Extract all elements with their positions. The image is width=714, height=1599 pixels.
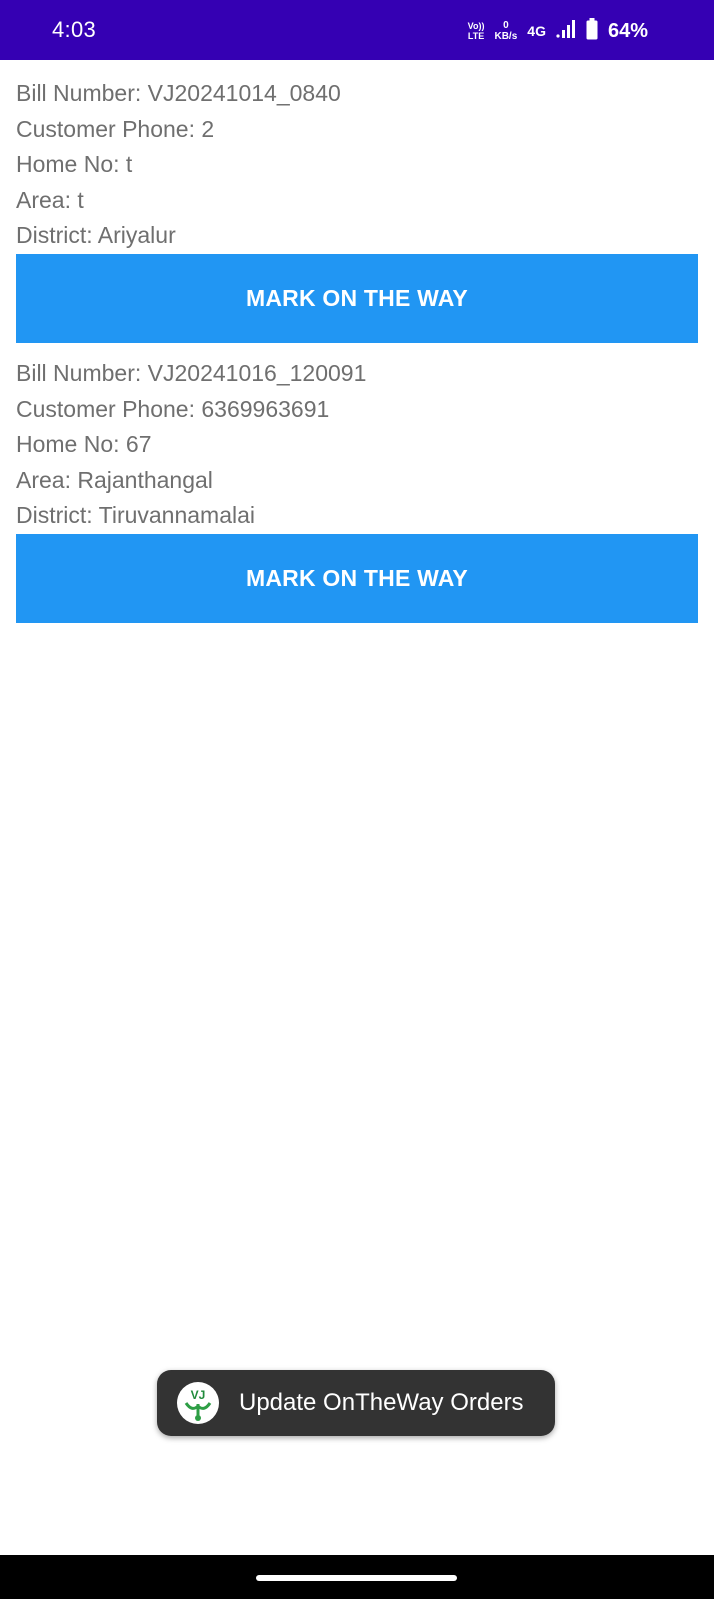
volte-icon: Vo)) LTE — [468, 21, 485, 41]
home-no: Home No: 67 — [16, 431, 152, 457]
battery-icon — [586, 17, 598, 45]
mark-on-the-way-button[interactable]: MARK ON THE WAY — [16, 254, 698, 343]
customer-phone: Customer Phone: 2 — [16, 116, 215, 142]
bill-number: Bill Number: VJ20241016_120091 — [16, 360, 367, 386]
data-rate-value: 0 — [503, 20, 509, 31]
navigation-bar — [0, 1555, 714, 1599]
status-icons: Vo)) LTE 0 KB/s 4G 64% — [468, 14, 648, 48]
order-list: Bill Number: VJ20241014_0840 Customer Ph… — [0, 60, 714, 640]
area: Area: t — [16, 187, 84, 213]
bill-number: Bill Number: VJ20241014_0840 — [16, 80, 341, 106]
data-rate-unit: KB/s — [494, 31, 518, 42]
order-card: Bill Number: VJ20241014_0840 Customer Ph… — [0, 60, 714, 343]
district: District: Ariyalur — [16, 222, 176, 248]
mark-on-the-way-button[interactable]: MARK ON THE WAY — [16, 534, 698, 623]
network-type: 4G — [527, 23, 546, 39]
data-rate-indicator: 0 KB/s — [494, 20, 517, 42]
toast-message: VJ Update OnTheWay Orders — [157, 1370, 555, 1436]
home-gesture-pill-icon[interactable] — [256, 1575, 457, 1581]
volte-top-text: Vo)) — [467, 21, 485, 31]
district: District: Tiruvannamalai — [16, 502, 256, 528]
status-time: 4:03 — [52, 17, 97, 42]
customer-phone: Customer Phone: 6369963691 — [16, 396, 330, 422]
status-bar: 4:03 Vo)) LTE 0 KB/s 4G 64% — [0, 0, 714, 60]
area: Area: Rajanthangal — [16, 467, 213, 493]
order-card: Bill Number: VJ20241016_120091 Customer … — [0, 340, 714, 640]
vj-app-logo-icon: VJ — [177, 1382, 219, 1424]
battery-percentage: 64% — [607, 19, 648, 42]
signal-icon — [556, 19, 576, 43]
home-no: Home No: t — [16, 151, 133, 177]
toast-text: Update OnTheWay Orders — [239, 1389, 524, 1416]
logo-text: VJ — [191, 1388, 206, 1402]
volte-bottom-text: LTE — [467, 31, 485, 41]
